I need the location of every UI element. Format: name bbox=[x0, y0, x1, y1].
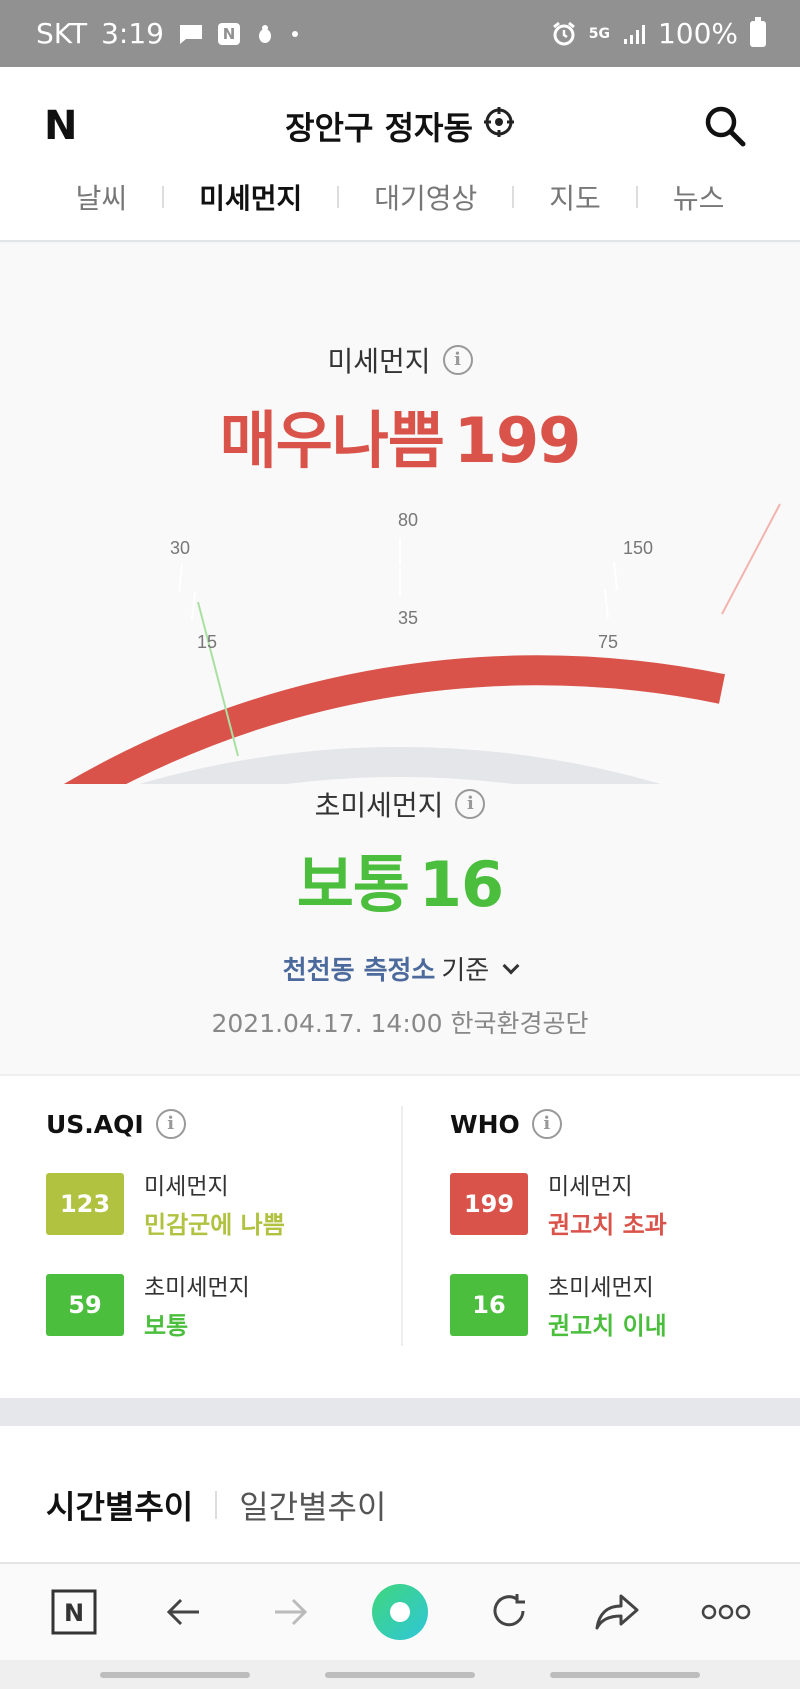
who-title: WHO bbox=[450, 1109, 520, 1139]
pm10-status: 매우나쁨 bbox=[219, 404, 445, 477]
location-title[interactable]: 장안구 정자동 bbox=[0, 103, 800, 149]
tab-daily-trend[interactable]: 일간별추이 bbox=[239, 1482, 386, 1528]
column-divider bbox=[401, 1106, 403, 1346]
who-pm10-badge: 199 bbox=[450, 1172, 528, 1235]
search-icon[interactable] bbox=[702, 103, 748, 149]
station-selector[interactable]: 천천동 측정소 기준 bbox=[0, 950, 800, 987]
gauge-area: 미세먼지 i 매우나쁨 199 30 80 150 15 35 75 초미세먼지… bbox=[0, 244, 800, 1074]
inner-tick-label: 35 bbox=[398, 608, 418, 628]
tab-fine-dust[interactable]: 미세먼지 bbox=[164, 177, 337, 217]
who-section: WHO i 199 미세먼지 권고치 초과 16 초미세먼지 권고치 이내 bbox=[450, 1109, 800, 1341]
share-icon[interactable] bbox=[587, 1582, 647, 1642]
pm10-value: 199 bbox=[453, 404, 581, 477]
info-icon[interactable]: i bbox=[442, 345, 473, 375]
pm25-reading: 보통 16 bbox=[0, 834, 800, 924]
naver-notification-icon: N bbox=[217, 22, 240, 45]
message-icon bbox=[178, 23, 204, 45]
pm10-label: 미세먼지 bbox=[327, 345, 431, 378]
inner-tick-label: 75 bbox=[598, 632, 618, 652]
info-icon[interactable]: i bbox=[155, 1109, 186, 1139]
who-pm25-name: 초미세먼지 bbox=[548, 1275, 654, 1301]
usaqi-pm10-row: 123 미세먼지 민감군에 나쁨 bbox=[46, 1167, 406, 1240]
location-label: 장안구 정자동 bbox=[285, 109, 473, 147]
browser-toolbar: N bbox=[0, 1562, 800, 1660]
dust-panel: 미세먼지 i 매우나쁨 199 30 80 150 15 35 75 초미세먼지… bbox=[0, 244, 800, 1404]
tab-divider bbox=[215, 1491, 218, 1519]
measurement-timestamp: 2021.04.17. 14:00 한국환경공단 bbox=[211, 1009, 589, 1038]
system-nav-bar bbox=[0, 1660, 800, 1689]
who-pm25-badge: 16 bbox=[450, 1273, 528, 1336]
forward-arrow-icon[interactable] bbox=[261, 1582, 321, 1642]
network-5g-icon: 5G bbox=[588, 25, 610, 42]
tick-mark bbox=[191, 591, 196, 621]
clock: 3:19 bbox=[101, 17, 164, 50]
who-pm25-row: 16 초미세먼지 권고치 이내 bbox=[450, 1268, 800, 1341]
tick-mark bbox=[178, 563, 183, 593]
pm25-value: 16 bbox=[418, 848, 504, 921]
usaqi-pm25-row: 59 초미세먼지 보통 bbox=[46, 1268, 406, 1341]
usaqi-heading: US.AQI i bbox=[46, 1109, 406, 1139]
gps-target-icon[interactable] bbox=[483, 106, 515, 146]
category-tabs: 날씨 미세먼지 대기영상 지도 뉴스 bbox=[0, 177, 800, 217]
app-header: N 장안구 정자동 날씨 미세먼지 대기영상 지도 뉴스 bbox=[0, 67, 800, 242]
carrier-label: SKT bbox=[36, 17, 88, 50]
info-icon[interactable]: i bbox=[531, 1109, 562, 1139]
station-suffix: 기준 bbox=[441, 956, 490, 986]
signal-icon bbox=[622, 23, 646, 45]
outer-tick-label: 80 bbox=[398, 510, 418, 530]
battery-percent: 100% bbox=[657, 17, 738, 50]
usaqi-pm10-badge: 123 bbox=[46, 1172, 124, 1235]
back-arrow-icon[interactable] bbox=[153, 1582, 213, 1642]
nav-gesture-handle[interactable] bbox=[325, 1672, 475, 1678]
usaqi-pm25-badge: 59 bbox=[46, 1273, 124, 1336]
svg-text:N: N bbox=[64, 1599, 84, 1627]
who-heading: WHO i bbox=[450, 1109, 800, 1139]
naver-home-icon[interactable]: N bbox=[44, 1582, 104, 1642]
outer-tick-label: 150 bbox=[623, 538, 653, 558]
inner-tick-label: 15 bbox=[197, 632, 217, 652]
tab-news[interactable]: 뉴스 bbox=[638, 177, 760, 217]
usaqi-pm10-name: 미세먼지 bbox=[144, 1174, 229, 1200]
who-pm10-status: 권고치 초과 bbox=[548, 1211, 667, 1239]
pm10-needle bbox=[721, 503, 781, 615]
usaqi-pm10-status: 민감군에 나쁨 bbox=[144, 1211, 285, 1239]
more-icon[interactable] bbox=[696, 1582, 756, 1642]
tab-hourly-trend[interactable]: 시간별추이 bbox=[46, 1482, 193, 1528]
section-gap bbox=[0, 1398, 800, 1426]
outer-tick-label: 30 bbox=[170, 538, 190, 558]
pm25-status: 보통 bbox=[296, 848, 410, 921]
usaqi-pm25-status: 보통 bbox=[144, 1312, 189, 1340]
battery-icon bbox=[750, 16, 766, 47]
status-bar: SKT 3:19 N 5G 100% bbox=[0, 0, 800, 67]
station-name: 천천동 측정소 bbox=[282, 956, 436, 986]
dot-icon bbox=[290, 29, 300, 39]
usaqi-section: US.AQI i 123 미세먼지 민감군에 나쁨 59 초미세먼지 보통 bbox=[46, 1109, 406, 1341]
pm25-heading: 초미세먼지 i bbox=[0, 784, 800, 824]
who-pm10-name: 미세먼지 bbox=[548, 1174, 633, 1200]
tab-map[interactable]: 지도 bbox=[514, 177, 636, 217]
usaqi-title: US.AQI bbox=[46, 1109, 144, 1139]
chevron-down-icon bbox=[502, 957, 520, 974]
section-divider bbox=[0, 1074, 800, 1076]
pm25-label: 초미세먼지 bbox=[314, 789, 444, 822]
tick-mark bbox=[604, 589, 609, 619]
tab-air-video[interactable]: 대기영상 bbox=[339, 177, 512, 217]
usaqi-pm25-name: 초미세먼지 bbox=[144, 1275, 250, 1301]
refresh-icon[interactable] bbox=[479, 1582, 539, 1642]
tick-mark bbox=[613, 561, 618, 591]
trend-section: 시간별추이 일간별추이 bbox=[0, 1426, 800, 1562]
trend-tabs: 시간별추이 일간별추이 bbox=[46, 1482, 386, 1528]
pm10-heading: 미세먼지 i bbox=[0, 340, 800, 380]
tab-weather[interactable]: 날씨 bbox=[41, 177, 163, 217]
who-pm25-status: 권고치 이내 bbox=[548, 1312, 667, 1340]
dust-gauge: 30 80 150 15 35 75 bbox=[64, 503, 781, 784]
nav-gesture-handle[interactable] bbox=[550, 1672, 700, 1678]
pm10-reading: 매우나쁨 199 bbox=[0, 390, 800, 480]
nav-gesture-handle[interactable] bbox=[100, 1672, 250, 1678]
alarm-icon bbox=[551, 21, 577, 47]
bug-icon bbox=[254, 23, 276, 45]
who-pm10-row: 199 미세먼지 권고치 초과 bbox=[450, 1167, 800, 1240]
info-icon[interactable]: i bbox=[455, 789, 486, 819]
green-dot-icon[interactable] bbox=[370, 1582, 430, 1642]
